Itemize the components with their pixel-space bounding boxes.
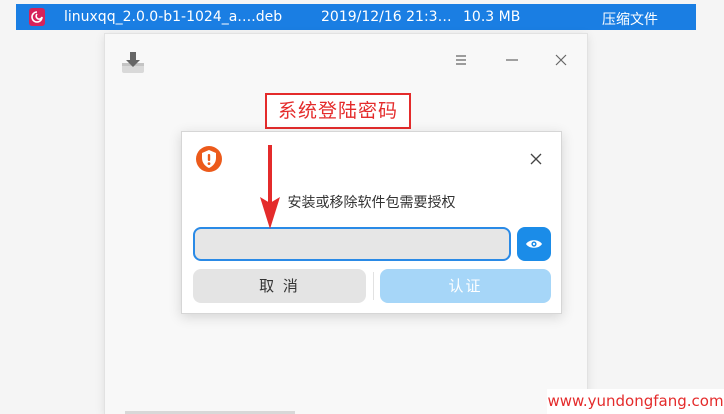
file-row-selected[interactable]: linuxqq_2.0.0-b1-1024_a….deb 2019/12/16 …: [16, 4, 696, 30]
arrow-down-icon: [260, 145, 280, 229]
minimize-icon[interactable]: [500, 48, 524, 72]
auth-message: 安装或移除软件包需要授权: [287, 195, 456, 211]
annotation-label: 系统登陆密码: [265, 93, 411, 129]
menu-icon[interactable]: [449, 48, 473, 72]
button-divider: [373, 272, 374, 300]
file-kind: 压缩文件: [602, 12, 658, 28]
eye-icon[interactable]: [517, 227, 551, 261]
file-date: 2019/12/16 21:3…: [321, 9, 452, 25]
watermark: www.yundongfang.com: [547, 389, 724, 414]
file-name: linuxqq_2.0.0-b1-1024_a….deb: [64, 9, 283, 25]
shield-icon: [195, 145, 223, 173]
deb-package-icon: [29, 8, 45, 26]
close-icon[interactable]: [549, 48, 573, 72]
cancel-button[interactable]: 取 消: [193, 269, 366, 303]
authenticate-button[interactable]: 认证: [380, 269, 551, 303]
password-input[interactable]: [193, 227, 511, 261]
auth-dialog: 安装或移除软件包需要授权 取 消 认证: [181, 131, 562, 314]
dialog-close-icon[interactable]: [525, 148, 547, 170]
download-icon: [119, 48, 147, 76]
file-size: 10.3 MB: [463, 9, 521, 25]
